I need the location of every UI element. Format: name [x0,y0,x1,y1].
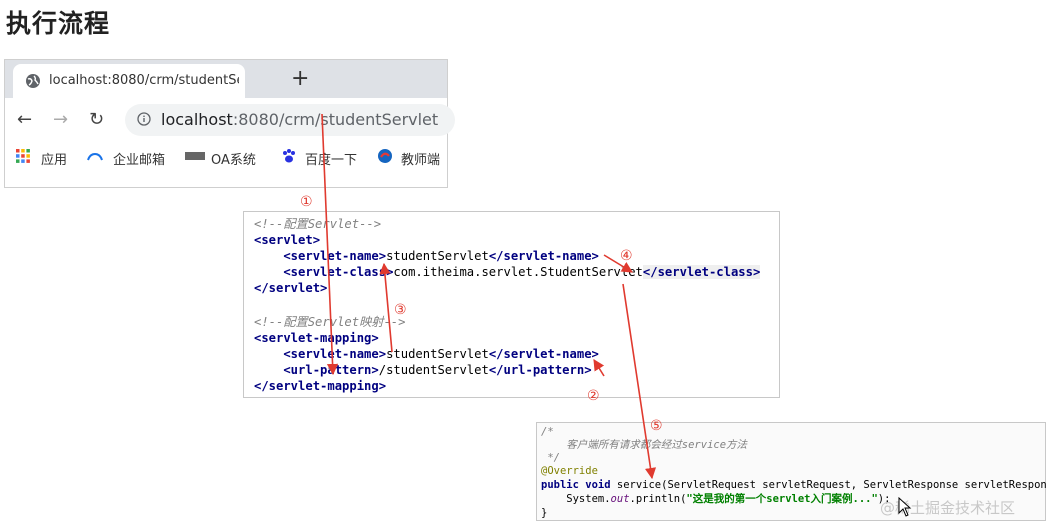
java-override-annotation: @Override [541,465,598,477]
xml-servlet-name-line: <servlet-name>studentServlet</servlet-na… [254,248,599,264]
xml-tag: <servlet-class> [254,265,394,279]
java-comment-end: */ [541,452,560,464]
bookmark-enterprise-mail[interactable]: 企业邮箱 [113,149,165,168]
xml-value: com.itheima.servlet.StudentServlet [393,265,643,279]
xml-mapping-open: <servlet-mapping> [254,331,379,345]
apps-grid-icon [16,149,30,163]
xml-tag: <url-pattern> [254,363,379,377]
page-title: 执行流程 [6,9,111,38]
xml-value: /studentServlet [378,363,489,377]
xml-servlet-open: <servlet> [254,233,321,247]
reload-icon[interactable]: ↻ [89,109,104,130]
java-signature-rest: service(ServletRequest servletRequest, S… [610,479,1046,491]
url-host: localhost [161,110,233,129]
globe-icon [26,74,40,88]
java-comment-text: 客户端所有请求都会经过service方法 [541,439,748,451]
xml-servlet-class-line: <servlet-class>com.itheima.servlet.Stude… [254,264,761,280]
java-system: System. [541,493,611,505]
browser-toolbar: ← → ↻ localhost:8080/crm/studentServlet [5,98,455,142]
address-bar[interactable]: localhost:8080/crm/studentServlet [125,104,455,136]
new-tab-button[interactable]: + [291,66,309,91]
bookmarks-bar: 应用 企业邮箱 OA系统 百度一下 教师端 [5,142,447,172]
java-println-line: System.out.println("这是我的第一个servlet入门案例..… [541,492,890,506]
browser-window: localhost:8080/crm/studentSe + ← → ↻ loc… [4,59,455,188]
info-icon[interactable] [137,112,151,126]
bookmark-apps[interactable]: 应用 [41,149,67,168]
xml-tag: </servlet-name> [488,249,599,263]
java-keyword: public void [541,479,611,491]
java-service-signature: public void service(ServletRequest servl… [541,478,1046,492]
java-string: "这是我的第一个servlet入门案例..." [686,493,878,505]
url-path: :8080/crm/studentServlet [232,110,439,129]
xml-value: studentServlet [386,347,489,361]
tab-bar: localhost:8080/crm/studentSe + [5,60,447,98]
xml-tag: </servlet-name> [488,347,599,361]
xml-tag: </servlet-class> [642,265,761,279]
web-xml-code: <!--配置Servlet--> <servlet> <servlet-name… [243,211,780,398]
xml-tag: <servlet-name> [254,347,387,361]
mouse-cursor-icon [898,497,912,517]
teacher-logo-icon [378,149,392,163]
xml-mapping-name-line: <servlet-name>studentServlet</servlet-na… [254,346,599,362]
java-close-brace: } [541,507,548,519]
mail-cloud-icon [87,152,103,161]
forward-arrow-icon[interactable]: → [53,109,68,130]
xml-url-pattern-line: <url-pattern>/studentServlet</url-patter… [254,362,592,378]
xml-tag: </url-pattern> [488,363,592,377]
xml-comment-mapping: <!--配置Servlet映射--> [254,315,406,329]
bookmark-oa-system[interactable]: OA系统 [211,149,256,168]
back-arrow-icon[interactable]: ← [17,109,32,130]
java-comment-start: /* [541,426,554,438]
tab-title: localhost:8080/crm/studentSe [49,73,239,88]
browser-tab[interactable]: localhost:8080/crm/studentSe [13,64,245,98]
xml-value: studentServlet [386,249,489,263]
xml-comment-servlet: <!--配置Servlet--> [254,217,382,231]
java-println: .println( [629,493,687,505]
bookmark-teacher[interactable]: 教师端 [401,149,447,168]
xml-tag: <servlet-name> [254,249,387,263]
baidu-paw-icon [283,149,295,163]
xml-mapping-close: </servlet-mapping> [254,379,387,393]
xml-servlet-close: </servlet> [254,281,328,295]
oa-logo-icon [185,152,205,160]
url-text: localhost:8080/crm/studentServlet [161,110,438,129]
bookmark-baidu[interactable]: 百度一下 [305,149,357,168]
step-label-1: ① [300,194,313,210]
java-out: out [610,493,630,505]
